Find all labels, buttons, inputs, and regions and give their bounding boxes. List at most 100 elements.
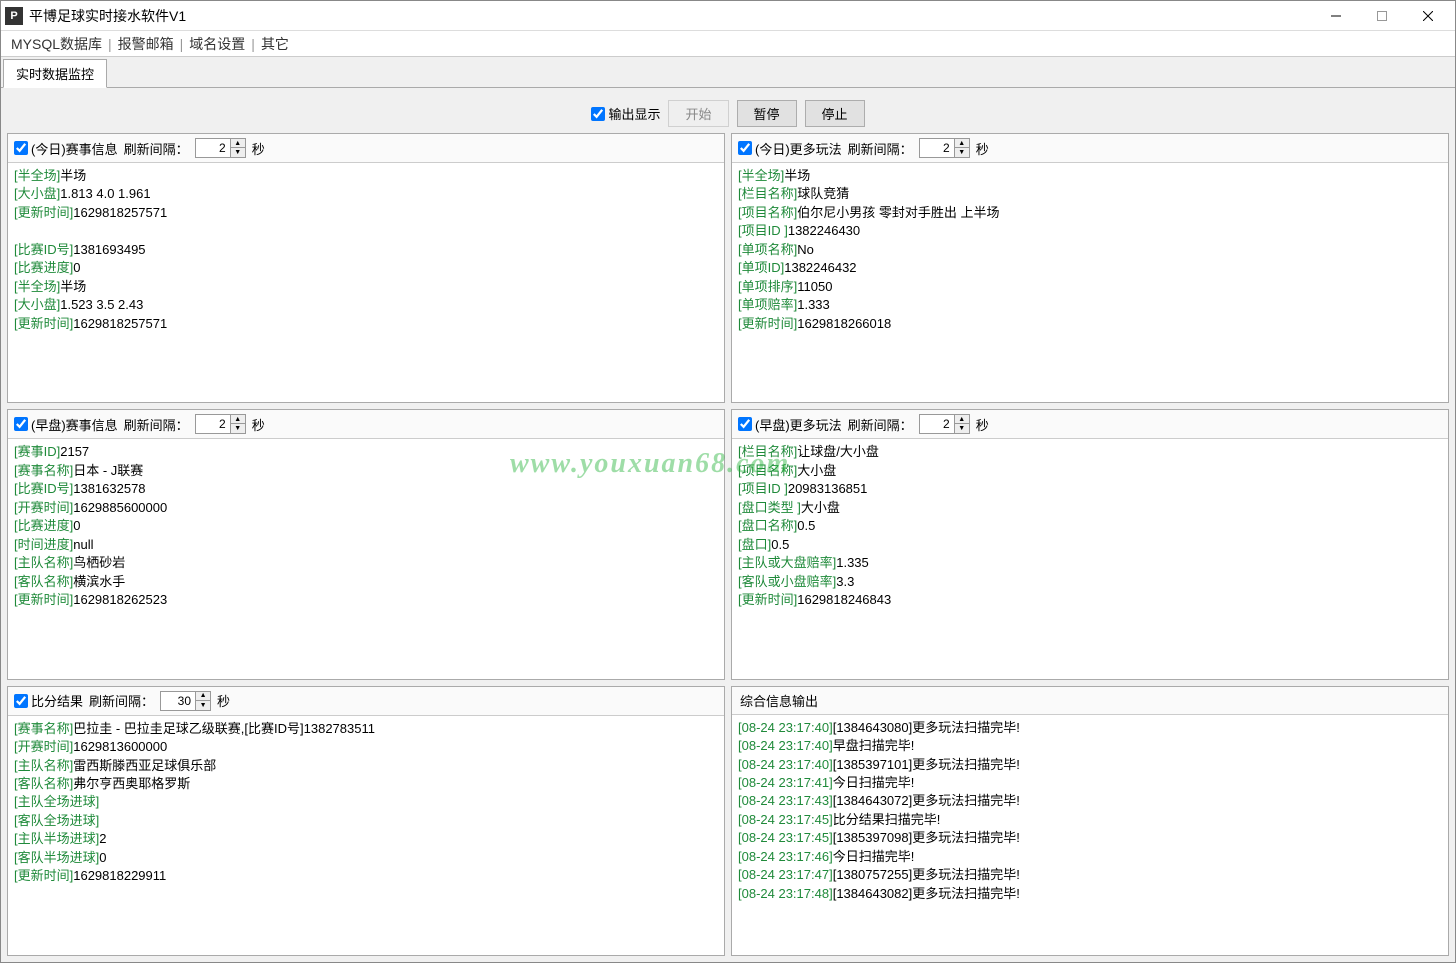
log-line: [赛事名称]日本 - J联赛: [14, 462, 718, 480]
panel-enable-checkbox[interactable]: 比分结果: [14, 691, 83, 710]
interval-spinner[interactable]: 2 ▲ ▼: [195, 414, 246, 434]
panel-title: (今日)更多玩法: [755, 139, 842, 158]
top-controls: 输出显示 开始 暂停 停止: [7, 94, 1449, 129]
log-line: [客队名称]弗尔亨西奥耶格罗斯: [14, 775, 718, 793]
log-line: [08-24 23:17:40][1384643080]更多玩法扫描完毕!: [738, 719, 1442, 737]
menu-alarm-email[interactable]: 报警邮箱: [114, 34, 178, 54]
panel-enable-checkbox[interactable]: (早盘)赛事信息: [14, 415, 118, 434]
log-line: [比赛进度]0: [14, 259, 718, 277]
spinner-down-icon[interactable]: ▼: [196, 701, 210, 710]
log-line: [08-24 23:17:43][1384643072]更多玩法扫描完毕!: [738, 792, 1442, 810]
log-line: [更新时间]1629818262523: [14, 591, 718, 609]
panel-body[interactable]: [栏目名称]让球盘/大小盘[项目名称]大小盘[项目ID ]20983136851…: [732, 439, 1448, 678]
spinner-up-icon[interactable]: ▲: [955, 139, 969, 148]
spinner-down-icon[interactable]: ▼: [231, 424, 245, 433]
log-line: [盘口]0.5: [738, 536, 1442, 554]
panel-title: 比分结果: [31, 691, 83, 710]
panel-score: 比分结果 刷新间隔： 30 ▲ ▼ 秒[赛事名称]巴拉圭 - 巴拉圭足球乙级联赛…: [7, 686, 725, 956]
log-line: [客队全场进球]: [14, 812, 718, 830]
log-line: [更新时间]1629818257571: [14, 204, 718, 222]
log-line: [08-24 23:17:40][1385397101]更多玩法扫描完毕!: [738, 756, 1442, 774]
log-line: [半全场]半场: [14, 278, 718, 296]
panel-header: 比分结果 刷新间隔： 30 ▲ ▼ 秒: [8, 687, 724, 716]
log-line: [大小盘]1.813 4.0 1.961: [14, 185, 718, 203]
log-line: [客队或小盘赔率]3.3: [738, 573, 1442, 591]
interval-spinner[interactable]: 2 ▲ ▼: [919, 138, 970, 158]
log-line: [项目ID ]1382246430: [738, 222, 1442, 240]
interval-spinner[interactable]: 2 ▲ ▼: [919, 414, 970, 434]
pause-button[interactable]: 暂停: [737, 100, 797, 127]
spinner-up-icon[interactable]: ▲: [196, 692, 210, 701]
maximize-button[interactable]: [1359, 2, 1405, 30]
spinner-down-icon[interactable]: ▼: [955, 148, 969, 157]
interval-unit: 秒: [252, 415, 265, 434]
log-line: [08-24 23:17:45][1385397098]更多玩法扫描完毕!: [738, 829, 1442, 847]
menu-other[interactable]: 其它: [257, 34, 293, 54]
spinner-down-icon[interactable]: ▼: [231, 148, 245, 157]
log-line: [盘口名称]0.5: [738, 517, 1442, 535]
log-line: [项目名称]大小盘: [738, 462, 1442, 480]
interval-value: 2: [920, 141, 954, 155]
panel-today-match: (今日)赛事信息 刷新间隔： 2 ▲ ▼ 秒[半全场]半场[大小盘]1.813 …: [7, 133, 725, 403]
panel-body[interactable]: [半全场]半场[大小盘]1.813 4.0 1.961[更新时间]1629818…: [8, 163, 724, 402]
panel-enable-checkbox[interactable]: (早盘)更多玩法: [738, 415, 842, 434]
log-line: [14, 222, 718, 240]
panel-title: (早盘)更多玩法: [755, 415, 842, 434]
panel-output: 综合信息输出[08-24 23:17:40][1384643080]更多玩法扫描…: [731, 686, 1449, 956]
interval-label: 刷新间隔：: [848, 139, 913, 158]
interval-label: 刷新间隔：: [124, 415, 189, 434]
tab-realtime-monitor[interactable]: 实时数据监控: [3, 59, 107, 88]
start-button[interactable]: 开始: [668, 100, 728, 127]
panel-enable-checkbox[interactable]: (今日)更多玩法: [738, 139, 842, 158]
spinner-up-icon[interactable]: ▲: [231, 139, 245, 148]
panel-header: (早盘)赛事信息 刷新间隔： 2 ▲ ▼ 秒: [8, 410, 724, 439]
log-line: [比赛ID号]1381632578: [14, 480, 718, 498]
log-line: [更新时间]1629818266018: [738, 315, 1442, 333]
output-display-input[interactable]: [591, 107, 605, 121]
menu-mysql[interactable]: MYSQL数据库: [7, 34, 106, 54]
interval-spinner[interactable]: 30 ▲ ▼: [160, 691, 211, 711]
log-line: [主队名称]雷西斯滕西亚足球俱乐部: [14, 757, 718, 775]
log-line: [08-24 23:17:45]比分结果扫描完毕!: [738, 811, 1442, 829]
spinner-up-icon[interactable]: ▲: [231, 415, 245, 424]
tab-bar: 实时数据监控: [1, 57, 1455, 88]
panels-grid: (今日)赛事信息 刷新间隔： 2 ▲ ▼ 秒[半全场]半场[大小盘]1.813 …: [7, 133, 1449, 956]
spinner-up-icon[interactable]: ▲: [955, 415, 969, 424]
log-line: [客队名称]横滨水手: [14, 573, 718, 591]
log-line: [更新时间]1629818257571: [14, 315, 718, 333]
log-line: [盘口类型 ]大小盘: [738, 499, 1442, 517]
log-line: [开赛时间]1629813600000: [14, 738, 718, 756]
output-display-checkbox[interactable]: 输出显示: [591, 104, 660, 123]
stop-button[interactable]: 停止: [805, 100, 865, 127]
menu-domain[interactable]: 域名设置: [185, 34, 249, 54]
log-line: [半全场]半场: [738, 167, 1442, 185]
minimize-button[interactable]: [1313, 2, 1359, 30]
log-line: [单项名称]No: [738, 241, 1442, 259]
panel-body[interactable]: [赛事名称]巴拉圭 - 巴拉圭足球乙级联赛,[比赛ID号]1382783511[…: [8, 716, 724, 955]
log-line: [08-24 23:17:46]今日扫描完毕!: [738, 848, 1442, 866]
interval-label: 刷新间隔：: [89, 691, 154, 710]
panel-header: (早盘)更多玩法 刷新间隔： 2 ▲ ▼ 秒: [732, 410, 1448, 439]
spinner-down-icon[interactable]: ▼: [955, 424, 969, 433]
panel-title: (今日)赛事信息: [31, 139, 118, 158]
panel-early-match: (早盘)赛事信息 刷新间隔： 2 ▲ ▼ 秒[赛事ID]2157[赛事名称]日本…: [7, 409, 725, 679]
panel-early-more: (早盘)更多玩法 刷新间隔： 2 ▲ ▼ 秒[栏目名称]让球盘/大小盘[项目名称…: [731, 409, 1449, 679]
panel-enable-checkbox[interactable]: (今日)赛事信息: [14, 139, 118, 158]
log-line: [比赛进度]0: [14, 517, 718, 535]
panel-body[interactable]: [08-24 23:17:40][1384643080]更多玩法扫描完毕![08…: [732, 715, 1448, 955]
log-line: [08-24 23:17:40]早盘扫描完毕!: [738, 737, 1442, 755]
panel-body[interactable]: [半全场]半场[栏目名称]球队竞猜[项目名称]伯尔尼小男孩 零封对手胜出 上半场…: [732, 163, 1448, 402]
close-button[interactable]: [1405, 2, 1451, 30]
interval-spinner[interactable]: 2 ▲ ▼: [195, 138, 246, 158]
log-line: [赛事ID]2157: [14, 443, 718, 461]
log-line: [客队半场进球]0: [14, 849, 718, 867]
panel-body[interactable]: [赛事ID]2157[赛事名称]日本 - J联赛[比赛ID号]138163257…: [8, 439, 724, 678]
interval-unit: 秒: [976, 139, 989, 158]
interval-label: 刷新间隔：: [848, 415, 913, 434]
log-line: [半全场]半场: [14, 167, 718, 185]
log-line: [08-24 23:17:41]今日扫描完毕!: [738, 774, 1442, 792]
log-line: [主队名称]鸟栖砂岩: [14, 554, 718, 572]
log-line: [栏目名称]球队竞猜: [738, 185, 1442, 203]
app-icon: P: [5, 7, 23, 25]
log-line: [栏目名称]让球盘/大小盘: [738, 443, 1442, 461]
